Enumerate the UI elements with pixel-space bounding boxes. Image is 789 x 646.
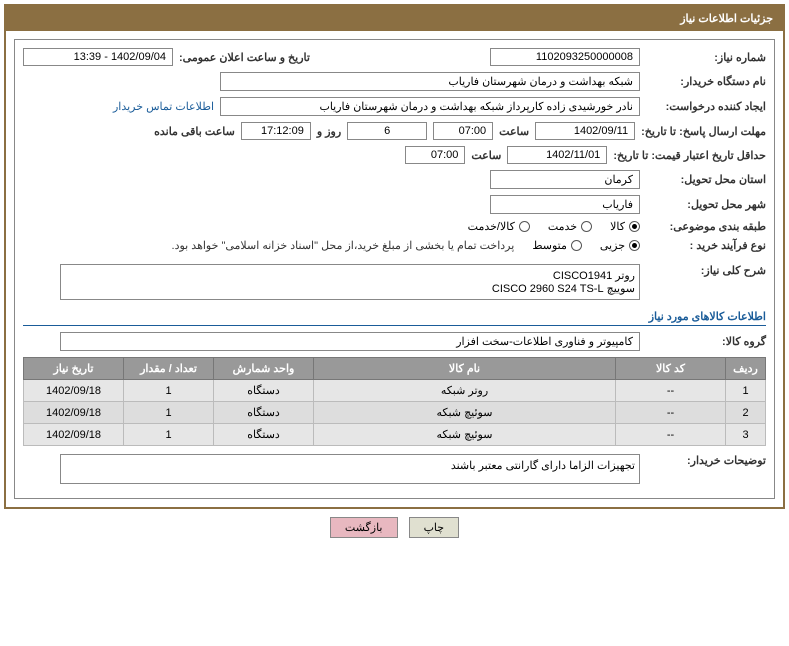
process-type-label: نوع فرآیند خرید : xyxy=(646,239,766,252)
process-option-1-label: متوسط xyxy=(532,239,567,252)
th-date: تاریخ نیاز xyxy=(24,358,124,380)
process-option-0-label: جزیی xyxy=(600,239,625,252)
table-row: 2 -- سوئیچ شبکه دستگاه 1 1402/09/18 xyxy=(24,402,766,424)
validity-date: 1402/11/01 xyxy=(507,146,607,164)
summary-line2: سوییچ CISCO 2960 S24 TS-L xyxy=(65,282,635,295)
process-note: پرداخت تمام یا بخشی از مبلغ خرید،از محل … xyxy=(172,239,515,252)
back-button[interactable]: بازگشت xyxy=(330,517,398,538)
need-number-label: شماره نیاز: xyxy=(646,51,766,64)
process-option-0[interactable]: جزیی xyxy=(600,239,640,252)
deadline-time-label: ساعت xyxy=(499,125,529,138)
page-title: جزئیات اطلاعات نیاز xyxy=(6,6,783,31)
th-unit: واحد شمارش xyxy=(214,358,314,380)
print-button[interactable]: چاپ xyxy=(409,517,460,538)
category-option-2-label: کالا/خدمت xyxy=(468,220,515,233)
province-value: کرمان xyxy=(490,170,640,189)
announce-date-label: تاریخ و ساعت اعلان عمومی: xyxy=(179,51,310,64)
validity-time: 07:00 xyxy=(405,146,465,164)
city-value: فاریاب xyxy=(490,195,640,214)
category-radio-group: کالا خدمت کالا/خدمت xyxy=(468,220,640,233)
contact-link[interactable]: اطلاعات تماس خریدار xyxy=(113,100,214,113)
category-option-2[interactable]: کالا/خدمت xyxy=(468,220,530,233)
goods-table: ردیف کد کالا نام کالا واحد شمارش تعداد /… xyxy=(23,357,766,446)
announce-date-value: 1402/09/04 - 13:39 xyxy=(23,48,173,66)
goods-group-label: گروه کالا: xyxy=(646,335,766,348)
process-option-1[interactable]: متوسط xyxy=(532,239,582,252)
requester-value: نادر خورشیدی زاده کارپرداز شبکه بهداشت و… xyxy=(220,97,640,116)
th-name: نام کالا xyxy=(314,358,616,380)
deadline-date: 1402/09/11 xyxy=(535,122,635,140)
buyer-notes-value: تجهیزات الزاما دارای گارانتی معتبر باشند xyxy=(60,454,640,484)
deadline-remain-time: 17:12:09 xyxy=(241,122,311,140)
table-row: 3 -- سوئیچ شبکه دستگاه 1 1402/09/18 xyxy=(24,424,766,446)
requester-label: ایجاد کننده درخواست: xyxy=(646,100,766,113)
goods-section-title: اطلاعات کالاهای مورد نیاز xyxy=(23,310,766,326)
category-option-0[interactable]: کالا xyxy=(610,220,640,233)
category-label: طبقه بندی موضوعی: xyxy=(646,220,766,233)
table-row: 1 -- روتر شبکه دستگاه 1 1402/09/18 xyxy=(24,380,766,402)
validity-label: حداقل تاریخ اعتبار قیمت: تا تاریخ: xyxy=(613,149,766,162)
buyer-notes-label: توضیحات خریدار: xyxy=(646,454,766,467)
deadline-label: مهلت ارسال پاسخ: تا تاریخ: xyxy=(641,125,766,138)
th-qty: تعداد / مقدار xyxy=(124,358,214,380)
buyer-org-label: نام دستگاه خریدار: xyxy=(646,75,766,88)
deadline-days-label: روز و xyxy=(317,125,341,138)
process-type-radio-group: جزیی متوسط xyxy=(532,239,640,252)
goods-group-value: کامپیوتر و فناوری اطلاعات-سخت افزار xyxy=(60,332,640,351)
th-idx: ردیف xyxy=(726,358,766,380)
th-code: کد کالا xyxy=(616,358,726,380)
summary-line1: روتر CISCO1941 xyxy=(65,269,635,282)
need-number-value: 1102093250000008 xyxy=(490,48,640,66)
deadline-time: 07:00 xyxy=(433,122,493,140)
buyer-org-value: شبکه بهداشت و درمان شهرستان فاریاب xyxy=(220,72,640,91)
deadline-remain-label: ساعت باقی مانده xyxy=(154,125,235,138)
category-option-1-label: خدمت xyxy=(548,220,577,233)
city-label: شهر محل تحویل: xyxy=(646,198,766,211)
category-option-0-label: کالا xyxy=(610,220,625,233)
deadline-days: 6 xyxy=(347,122,427,140)
province-label: استان محل تحویل: xyxy=(646,173,766,186)
summary-label: شرح کلی نیاز: xyxy=(646,264,766,277)
category-option-1[interactable]: خدمت xyxy=(548,220,592,233)
validity-time-label: ساعت xyxy=(471,149,501,162)
summary-box: روتر CISCO1941 سوییچ CISCO 2960 S24 TS-L xyxy=(60,264,640,300)
